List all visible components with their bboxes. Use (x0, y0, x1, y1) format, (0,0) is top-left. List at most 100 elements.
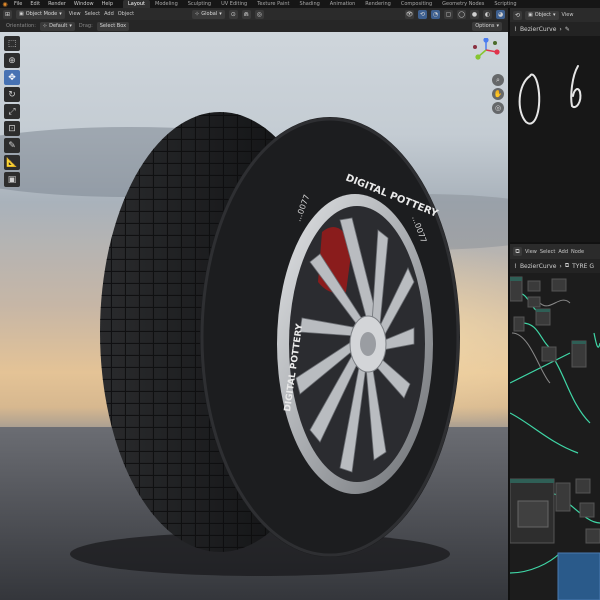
proportional-edit-icon[interactable]: ◎ (254, 9, 264, 19)
object-mode-icon: ▣ (19, 11, 24, 17)
viewport-header: ⊞ ▣ Object Mode ▾ View Select Add Object… (0, 8, 508, 20)
menu-window[interactable]: Window (70, 0, 98, 8)
tab-sculpting[interactable]: Sculpting (183, 0, 216, 8)
y-axis-icon[interactable] (475, 54, 481, 60)
menu-select[interactable]: Select (540, 249, 555, 255)
chevron-down-icon: ▾ (219, 11, 222, 17)
node-editor-breadcrumb: ⌇ BezierCurve › ⧉ TYRE G (510, 259, 600, 273)
visibility-icon[interactable]: 👁 (405, 9, 414, 19)
menu-render[interactable]: Render (44, 0, 70, 8)
x-axis-icon[interactable] (494, 49, 500, 55)
chevron-down-icon: ▾ (496, 23, 499, 29)
nodes[interactable] (510, 276, 600, 600)
mode-dropdown[interactable]: ▣ Object Mode ▾ (16, 9, 65, 19)
menu-add[interactable]: Add (104, 11, 114, 17)
menu-file[interactable]: File (10, 0, 26, 8)
node-editor-type-icon[interactable]: ⧉ (513, 247, 522, 256)
tab-geometry-nodes[interactable]: Geometry Nodes (437, 0, 489, 8)
3d-viewport[interactable]: DIGITAL POTTERY ...0077 DIGITAL POTTERY … (0, 32, 508, 600)
drag-label: Drag: (78, 23, 93, 29)
tab-texture-paint[interactable]: Texture Paint (252, 0, 294, 8)
options-dropdown[interactable]: Options ▾ (472, 21, 502, 31)
object-mode-label: Object (534, 12, 552, 18)
node-editor-canvas[interactable] (510, 273, 600, 600)
tab-rendering[interactable]: Rendering (360, 0, 396, 8)
chevron-down-icon: ▾ (553, 12, 556, 18)
shading-solid-icon[interactable]: ● (470, 9, 479, 19)
menu-select[interactable]: Select (85, 11, 100, 17)
measure-icon[interactable]: 📐 (4, 155, 20, 170)
grease-pencil-canvas[interactable] (510, 36, 600, 242)
axis-gizmo[interactable] (468, 37, 504, 62)
rendered-scene: DIGITAL POTTERY ...0077 DIGITAL POTTERY … (0, 112, 508, 600)
menu-help[interactable]: Help (98, 0, 117, 8)
chevron-right-icon: › (559, 262, 562, 270)
camera-icon[interactable]: ◎ (492, 102, 504, 114)
add-cube-icon[interactable]: ▣ (4, 172, 20, 187)
menu-view[interactable]: View (562, 12, 574, 18)
neg-y-axis-icon[interactable] (493, 41, 497, 45)
menu-edit[interactable]: Edit (26, 0, 44, 8)
gizmo-toggle-icon[interactable]: ⟲ (418, 9, 427, 19)
rotate-icon[interactable]: ↻ (4, 87, 20, 102)
mode-dropdown-label: Object Mode (25, 11, 58, 17)
editor-type-icon[interactable]: ⊞ (3, 9, 12, 19)
navigation-gizmo[interactable] (468, 37, 504, 78)
blender-logo-icon[interactable]: ◉ (0, 0, 10, 8)
drag-dropdown[interactable]: Select Box (96, 21, 130, 31)
breadcrumb-object[interactable]: BezierCurve (520, 26, 556, 33)
orientation-label: Orientation: (6, 23, 36, 29)
tab-compositing[interactable]: Compositing (396, 0, 437, 8)
menu-view[interactable]: View (69, 11, 81, 17)
transform-icon[interactable]: ⊡ (4, 121, 20, 136)
orientation-dropdown-value: Default (49, 23, 68, 29)
tab-shading[interactable]: Shading (294, 0, 324, 8)
shading-rendered-icon[interactable]: ◕ (496, 9, 505, 19)
hub-cap (360, 332, 376, 356)
breadcrumb-node-tree[interactable]: TYRE G (572, 263, 594, 270)
chevron-down-icon: ▾ (69, 23, 72, 29)
shading-wire-icon[interactable]: ◯ (457, 9, 466, 19)
menu-node[interactable]: Node (571, 249, 584, 255)
z-axis-icon[interactable] (483, 37, 489, 43)
tab-animation[interactable]: Animation (325, 0, 361, 8)
tab-modeling[interactable]: Modeling (150, 0, 183, 8)
top-right-breadcrumb: ⌇ BezierCurve › ✎ (510, 22, 600, 36)
node-editor-header: ⧉ View Select Add Node (510, 244, 600, 259)
orientation-dropdown[interactable]: ⊹ Default ▾ (39, 21, 75, 31)
breadcrumb-object[interactable]: BezierCurve (520, 263, 556, 270)
xray-icon[interactable]: ▢ (444, 9, 453, 19)
grease-pencil-icon: ✎ (564, 25, 570, 33)
scale-icon[interactable]: ⤢ (4, 104, 20, 119)
menu-object[interactable]: Object (118, 11, 134, 17)
curve-icon: ⌇ (514, 262, 517, 270)
object-icon: ▣ (528, 12, 533, 18)
cursor-icon[interactable]: ⊕ (4, 53, 20, 68)
node-graph (510, 276, 600, 600)
tab-uv-editing[interactable]: UV Editing (216, 0, 252, 8)
select-box-icon[interactable]: ⬚ (4, 36, 20, 51)
menu-view[interactable]: View (525, 249, 537, 255)
overlay-toggle-icon[interactable]: ◔ (431, 9, 440, 19)
chevron-right-icon: › (559, 25, 562, 33)
options-dropdown-label: Options (475, 23, 495, 29)
object-mode-dropdown[interactable]: ▣ Object ▾ (525, 10, 559, 20)
zoom-icon[interactable]: ⌕ (492, 74, 504, 86)
annotate-icon[interactable]: ✎ (4, 138, 20, 153)
pan-hand-icon[interactable]: ✋ (492, 88, 504, 100)
editor-type-icon[interactable]: ⟲ (513, 10, 522, 20)
transform-orientation-dropdown[interactable]: ⊹ Global ▾ (192, 9, 225, 19)
top-menu-bar: ◉ File Edit Render Window Help Layout Mo… (0, 0, 600, 8)
node-tree-icon: ⧉ (564, 262, 570, 269)
snap-icon[interactable]: ⋒ (241, 9, 251, 19)
tab-scripting[interactable]: Scripting (489, 0, 521, 8)
shading-material-icon[interactable]: ◐ (483, 9, 492, 19)
neg-x-axis-icon[interactable] (473, 45, 477, 49)
tab-layout[interactable]: Layout (123, 0, 150, 8)
pivot-icon[interactable]: ⊙ (228, 9, 238, 19)
transform-orientation-label: Global (201, 11, 218, 17)
tool-settings-header: Orientation: ⊹ Default ▾ Drag: Select Bo… (0, 20, 508, 32)
tool-shelf: ⬚ ⊕ ✥ ↻ ⤢ ⊡ ✎ 📐 ▣ (4, 36, 20, 187)
move-icon[interactable]: ✥ (4, 70, 20, 85)
menu-add[interactable]: Add (558, 249, 568, 255)
